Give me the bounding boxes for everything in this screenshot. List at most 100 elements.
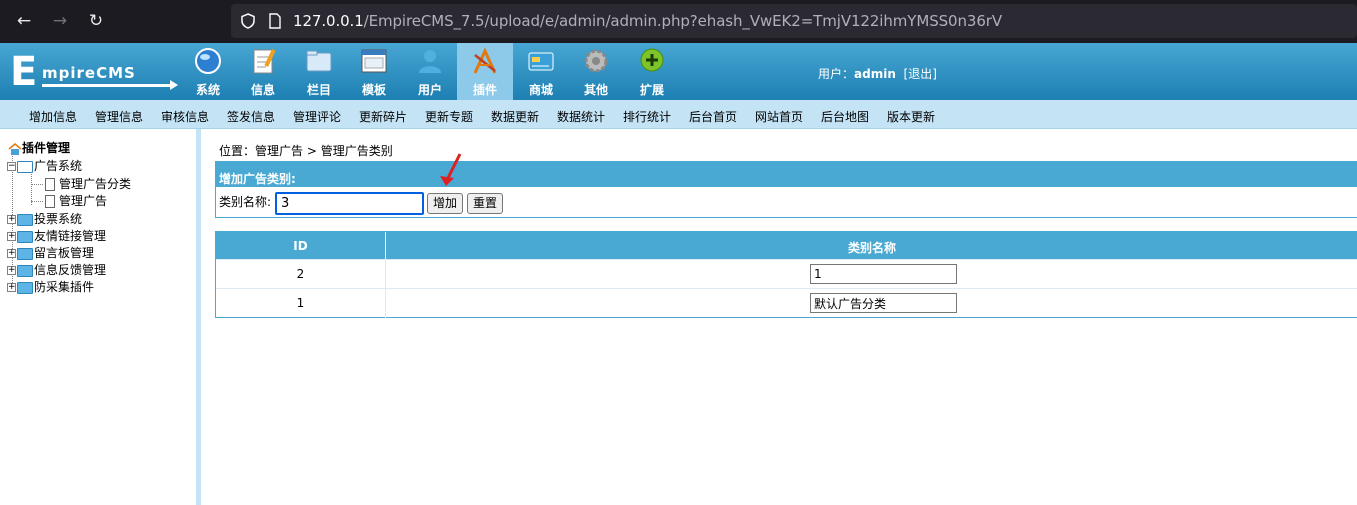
- topnav-extend[interactable]: 扩展: [624, 43, 680, 100]
- category-name-field[interactable]: [810, 293, 957, 313]
- tree-item-anti-collect[interactable]: + 防采集插件: [7, 278, 94, 295]
- subnav-admin-home[interactable]: 后台首页: [689, 108, 737, 125]
- reload-icon[interactable]: ↻: [86, 11, 106, 31]
- tree-item-manage-ad[interactable]: 管理广告: [45, 192, 107, 209]
- topnav-info[interactable]: 信息: [235, 43, 291, 100]
- add-button[interactable]: 增加: [427, 193, 463, 214]
- subnav-update-fragments[interactable]: 更新碎片: [359, 108, 407, 125]
- breadcrumb-link-manage-ad-category[interactable]: 管理广告类别: [321, 144, 393, 158]
- folder-icon: [306, 50, 332, 72]
- tree-item-label: 投票系统: [34, 212, 83, 226]
- topnav-template[interactable]: 模板: [346, 43, 402, 100]
- page-icon[interactable]: [267, 13, 283, 29]
- folder-icon: [17, 247, 33, 260]
- topnav-column[interactable]: 栏目: [291, 43, 347, 100]
- folder-icon: [17, 230, 33, 243]
- sub-navigation: 增加信息 管理信息 审核信息 签发信息 管理评论 更新碎片 更新专题 数据更新 …: [0, 100, 1357, 129]
- sidebar-tree: 插件管理 − 广告系统 管理广告分类 管理广告 + 投票系统 + 友情链接管理 + 留言…: [0, 129, 201, 505]
- collapse-icon[interactable]: −: [7, 162, 16, 171]
- breadcrumb-link-manage-ad[interactable]: 管理广告: [255, 144, 303, 158]
- subnav-manage-info[interactable]: 管理信息: [95, 108, 143, 125]
- document-icon: [45, 178, 55, 191]
- subnav-admin-map[interactable]: 后台地图: [821, 108, 869, 125]
- subnav-review-info[interactable]: 审核信息: [161, 108, 209, 125]
- category-table: ID 类别名称 2 1: [215, 231, 1357, 318]
- logo-arrow: [42, 80, 178, 90]
- window-icon: [361, 49, 387, 73]
- user-label: 用户：: [818, 67, 855, 81]
- breadcrumb-prefix: 位置：: [219, 144, 256, 158]
- tree-item-label: 防采集插件: [34, 280, 95, 294]
- tree-item-label: 管理广告分类: [59, 177, 132, 191]
- username: admin: [854, 67, 896, 81]
- tree-item-vote-system[interactable]: + 投票系统: [7, 210, 82, 227]
- table-row: 1: [216, 288, 1357, 318]
- column-divider: [385, 289, 386, 318]
- notepad-icon: [253, 48, 276, 74]
- topnav-shop[interactable]: 商城: [513, 43, 569, 100]
- table-header: ID 类别名称: [216, 232, 1357, 259]
- globe-icon: [195, 48, 221, 74]
- expand-icon[interactable]: +: [7, 249, 16, 258]
- url-text[interactable]: 127.0.0.1/EmpireCMS_7.5/upload/e/admin/a…: [293, 12, 1002, 30]
- back-arrow-icon[interactable]: ←: [14, 11, 34, 31]
- topnav-user[interactable]: 用户: [402, 43, 458, 100]
- subnav-rank-stats[interactable]: 排行统计: [623, 108, 671, 125]
- column-divider: [385, 260, 386, 289]
- row-id: 2: [296, 267, 305, 281]
- topnav-label: 扩展: [639, 83, 664, 97]
- category-name-label: 类别名称:: [219, 195, 272, 209]
- tree-item-guestbook[interactable]: + 留言板管理: [7, 244, 94, 261]
- subnav-add-info[interactable]: 增加信息: [29, 108, 77, 125]
- tree-item-label: 信息反馈管理: [34, 263, 107, 277]
- expand-icon[interactable]: +: [7, 232, 16, 241]
- shield-icon[interactable]: [240, 13, 256, 29]
- tree-root[interactable]: 插件管理: [8, 139, 70, 156]
- expand-icon[interactable]: +: [7, 266, 16, 275]
- folder-icon: [17, 264, 33, 277]
- logout-link[interactable]: [退出]: [904, 67, 937, 81]
- cms-header: E mpireCMS 系统 信息 栏目 模板 用户 插件 商城 其他 扩展 用户…: [0, 43, 1357, 100]
- topnav-label: 其他: [583, 83, 608, 97]
- tree-line: [31, 201, 43, 202]
- breadcrumb-separator: >: [303, 144, 321, 158]
- address-bar[interactable]: 127.0.0.1/EmpireCMS_7.5/upload/e/admin/a…: [231, 4, 1357, 38]
- subnav-update-data[interactable]: 数据更新: [491, 108, 539, 125]
- category-name-input[interactable]: [275, 192, 424, 215]
- tree-item-ad-system[interactable]: − 广告系统: [7, 157, 82, 174]
- topnav-plugin[interactable]: 插件: [457, 43, 513, 100]
- tree-line: [31, 171, 32, 205]
- document-icon: [45, 195, 55, 208]
- logo-letter: E: [10, 49, 38, 95]
- category-name-field[interactable]: [810, 264, 957, 284]
- subnav-site-home[interactable]: 网站首页: [755, 108, 803, 125]
- expand-icon[interactable]: +: [7, 283, 16, 292]
- subnav-sign-info[interactable]: 签发信息: [227, 108, 275, 125]
- folder-icon: [17, 213, 33, 226]
- topnav-label: 信息: [250, 83, 275, 97]
- topnav-system[interactable]: 系统: [180, 43, 236, 100]
- tree-item-link-manage[interactable]: + 友情链接管理: [7, 227, 106, 244]
- topnav-other[interactable]: 其他: [568, 43, 624, 100]
- empirecms-logo: E mpireCMS: [8, 49, 178, 95]
- topnav-label: 用户: [417, 83, 442, 97]
- subnav-version-update[interactable]: 版本更新: [887, 108, 935, 125]
- expand-icon[interactable]: +: [7, 215, 16, 224]
- forward-arrow-icon[interactable]: →: [50, 11, 70, 31]
- subnav-update-topics[interactable]: 更新专题: [425, 108, 473, 125]
- home-icon: [8, 142, 22, 155]
- user-info: 用户：admin [退出]: [818, 65, 937, 82]
- subnav-data-stats[interactable]: 数据统计: [557, 108, 605, 125]
- reset-button[interactable]: 重置: [467, 193, 503, 214]
- browser-toolbar: ← → ↻ 127.0.0.1/EmpireCMS_7.5/upload/e/a…: [0, 0, 1357, 43]
- topnav-label: 商城: [528, 83, 553, 97]
- column-header-id: ID: [293, 239, 308, 253]
- tree-root-label: 插件管理: [22, 141, 71, 155]
- tree-item-label: 留言板管理: [34, 246, 95, 260]
- tree-item-manage-ad-category[interactable]: 管理广告分类: [45, 175, 131, 192]
- tree-item-feedback[interactable]: + 信息反馈管理: [7, 261, 106, 278]
- subnav-manage-comments[interactable]: 管理评论: [293, 108, 341, 125]
- tree-item-label: 管理广告: [59, 194, 108, 208]
- column-header-category-name: 类别名称: [847, 241, 896, 255]
- row-id: 1: [296, 296, 305, 310]
